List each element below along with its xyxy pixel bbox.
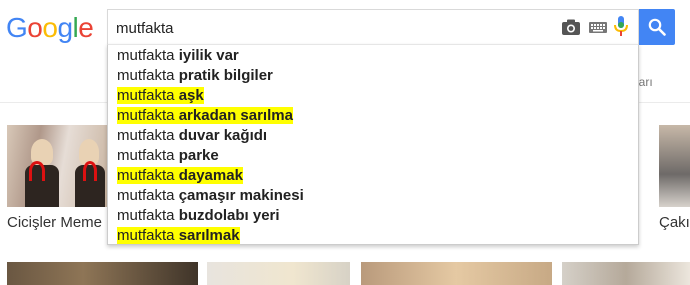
suggestion-completion: duvar kağıdı [178,127,268,144]
keyboard-icon[interactable] [589,22,607,33]
suggestion-prefix: mutfakta [117,67,175,84]
suggestion-highlight: mutfakta arkadan sarılma [117,107,293,124]
image-result-thumb[interactable] [659,125,690,207]
suggestion-item[interactable]: mutfakta pratik bilgiler [117,66,273,86]
image-result-thumb[interactable] [7,262,198,285]
suggestion-prefix: mutfakta [117,127,175,144]
suggestion-highlight: mutfakta dayamak [117,167,243,184]
camera-icon[interactable] [562,19,580,36]
suggestion-item[interactable]: mutfakta buzdolabı yeri [117,206,280,226]
image-result-thumb[interactable] [562,262,690,285]
image-result-caption[interactable]: Çakı [659,214,690,231]
suggestion-item[interactable]: mutfakta arkadan sarılma [117,106,293,126]
suggestion-highlight: mutfakta aşk [117,87,204,104]
suggestion-item[interactable]: mutfakta aşk [117,86,204,106]
mic-icon[interactable] [614,16,628,38]
logo-letter: o [27,12,43,43]
search-icon [648,18,666,36]
search-box [107,9,639,45]
suggestion-item[interactable]: mutfakta iyilik var [117,46,239,66]
suggestion-item[interactable]: mutfakta dayamak [117,166,243,186]
suggestion-item[interactable]: mutfakta sarılmak [117,226,240,246]
suggestion-completion: sarılmak [178,227,240,244]
logo-letter: o [42,12,58,43]
search-button[interactable] [639,9,675,45]
suggestion-completion: parke [178,147,219,164]
image-heart-mark [83,161,97,181]
search-input[interactable] [116,17,536,39]
suggestion-completion: iyilik var [178,47,239,64]
suggestion-completion: arkadan sarılma [178,107,293,124]
suggestion-item[interactable]: mutfakta duvar kağıdı [117,126,267,146]
suggestion-prefix: mutfakta [117,167,175,184]
suggestion-completion: dayamak [178,167,243,184]
suggestion-prefix: mutfakta [117,207,175,224]
image-result-thumb[interactable] [361,262,552,285]
suggestion-item[interactable]: mutfakta parke [117,146,219,166]
suggestion-prefix: mutfakta [117,107,175,124]
suggestion-prefix: mutfakta [117,227,175,244]
image-result-thumb[interactable] [207,262,350,285]
image-heart-mark [29,161,45,181]
suggestion-highlight: mutfakta sarılmak [117,227,240,244]
google-logo[interactable]: Google [6,11,94,45]
suggestion-prefix: mutfakta [117,147,175,164]
suggestion-completion: buzdolabı yeri [178,207,280,224]
image-result-thumb[interactable] [7,125,107,207]
logo-letter: G [6,12,28,43]
suggestion-completion: çamaşır makinesi [178,187,304,204]
suggestion-prefix: mutfakta [117,47,175,64]
autocomplete-dropdown: mutfakta iyilik var mutfakta pratik bilg… [107,44,639,245]
logo-letter: g [57,12,73,43]
suggestion-prefix: mutfakta [117,187,175,204]
suggestion-prefix: mutfakta [117,87,175,104]
logo-letter: e [78,12,94,43]
suggestion-completion: pratik bilgiler [178,67,273,84]
suggestion-item[interactable]: mutfakta çamaşır makinesi [117,186,304,206]
suggestion-completion: aşk [178,87,204,104]
image-result-caption[interactable]: Cicişler Meme [7,214,102,231]
